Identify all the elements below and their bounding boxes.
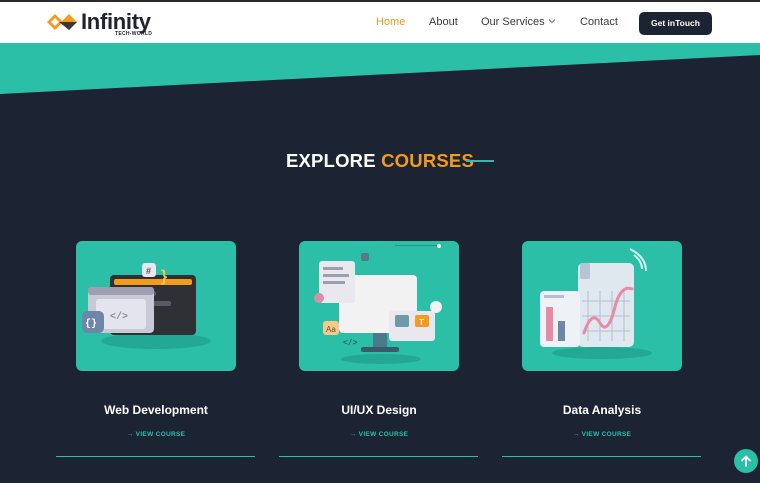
svg-text:Aa: Aa: [326, 325, 336, 334]
heading-courses: COURSES: [381, 150, 475, 171]
heading-underline-decoration: [466, 160, 494, 162]
scroll-to-top-button[interactable]: [734, 449, 758, 473]
heading-explore: EXPLORE: [285, 150, 376, 171]
nav-contact[interactable]: Contact: [580, 16, 618, 28]
course-title-web-development[interactable]: Web Development: [56, 403, 256, 417]
arrow-up-icon: [741, 455, 751, 467]
hero-diagonal-band: [0, 43, 760, 94]
svg-text:#: #: [146, 266, 151, 276]
card-divider: [279, 456, 478, 457]
svg-text:{}: {}: [85, 318, 97, 330]
nav-our-services[interactable]: Our Services: [481, 16, 545, 28]
nav-about[interactable]: About: [429, 16, 458, 28]
course-card-data-analysis[interactable]: [522, 241, 682, 371]
design-monitor-illustration-icon: Aa </> T: [314, 244, 442, 364]
svg-text:T: T: [419, 318, 424, 327]
course-card-ui-ux-design[interactable]: Aa </> T: [299, 241, 459, 371]
svg-text:</>: </>: [110, 311, 128, 323]
svg-text:</>: </>: [343, 339, 358, 348]
course-card-web-development[interactable]: # } </> {}: [76, 241, 236, 371]
view-course-link-ui-ux-design[interactable]: → VIEW COURSE: [279, 431, 479, 438]
section-heading: EXPLORE COURSES: [0, 150, 760, 172]
svg-text:}: }: [161, 268, 167, 285]
card-divider: [56, 456, 255, 457]
course-title-data-analysis[interactable]: Data Analysis: [502, 403, 702, 417]
get-in-touch-button[interactable]: Get inTouch: [639, 12, 712, 35]
code-window-illustration-icon: # } </> {}: [82, 263, 211, 349]
view-course-link-data-analysis[interactable]: → VIEW COURSE: [502, 431, 702, 438]
view-course-link-web-development[interactable]: → VIEW COURSE: [56, 431, 256, 438]
brand-logo[interactable]: Infinity TECH-WORLD: [45, 8, 175, 38]
brand-tagline: TECH-WORLD: [115, 31, 153, 37]
navbar: Infinity TECH-WORLD Home About Our Servi…: [0, 0, 760, 43]
chart-dashboard-illustration-icon: [540, 248, 652, 359]
card-divider: [502, 456, 701, 457]
nav-home[interactable]: Home: [376, 16, 405, 28]
course-title-ui-ux-design[interactable]: UI/UX Design: [279, 403, 479, 417]
infinity-logo-icon: [47, 14, 77, 30]
chevron-down-icon[interactable]: [548, 18, 556, 24]
